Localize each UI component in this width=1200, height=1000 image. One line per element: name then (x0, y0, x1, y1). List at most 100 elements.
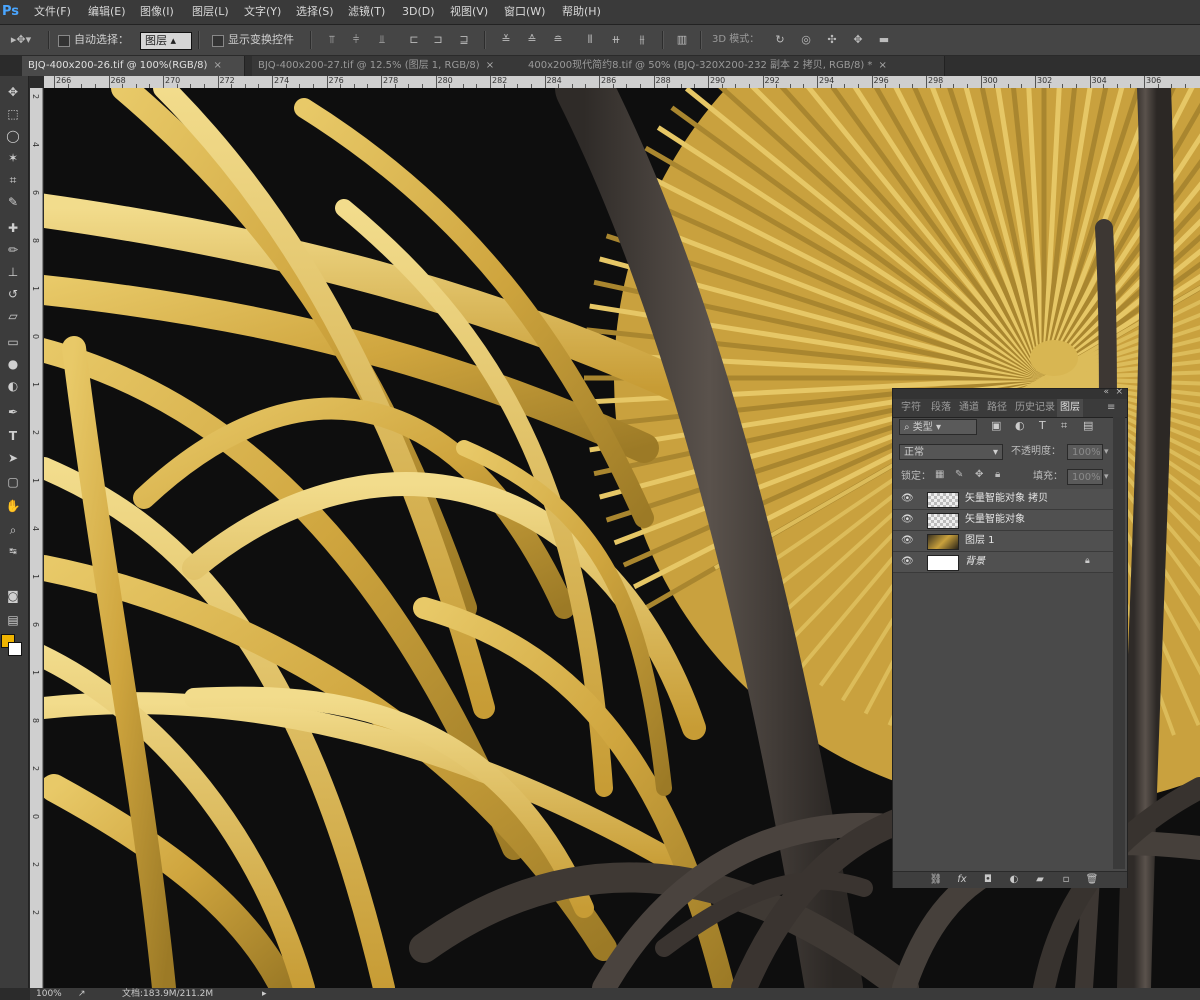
layer-row[interactable]: 👁︎ 矢量智能对象 拷贝 (893, 489, 1113, 510)
menu-layer[interactable]: 图层(L) (192, 0, 229, 24)
filter-smart-object-icon[interactable]: ▤ (1083, 419, 1093, 432)
type-tool-icon[interactable]: T (2, 426, 24, 446)
link-layers-icon[interactable]: ⛓ (929, 874, 943, 886)
layer-row[interactable]: 👁︎ 背景 🔒︎ (893, 552, 1113, 573)
align-bottom-icon[interactable]: ⫫ (376, 34, 388, 46)
fill-slider-icon[interactable]: ▾ (1104, 469, 1109, 485)
auto-select-checkbox[interactable] (58, 35, 70, 47)
tab-channels[interactable]: 通道 (959, 399, 979, 417)
menu-help[interactable]: 帮助(H) (562, 0, 601, 24)
close-icon[interactable]: × (486, 60, 494, 71)
move-tool-preset-icon[interactable]: ▸✥▾ (8, 34, 34, 46)
background-color-swatch[interactable] (8, 642, 22, 656)
align-vcenter-icon[interactable]: ⫩ (350, 34, 362, 46)
status-menu-icon[interactable]: ▸ (262, 988, 267, 1000)
stamp-tool-icon[interactable]: ⊥ (2, 262, 24, 282)
eyedropper-icon[interactable]: ✎ (2, 192, 24, 212)
filter-shape-icon[interactable]: ⌗ (1061, 419, 1067, 433)
lock-position-icon[interactable]: ✥ (975, 469, 983, 480)
filter-adjustment-icon[interactable]: ◐ (1015, 419, 1025, 432)
pen-tool-icon[interactable]: ✒ (2, 402, 24, 422)
screen-mode-icon[interactable]: ▤ (2, 610, 24, 630)
filter-kind-dropdown[interactable]: ⌕ 类型 ▾ (899, 419, 977, 435)
dodge-tool-icon[interactable]: ◐ (2, 376, 24, 396)
lasso-tool-icon[interactable]: ◯ (2, 126, 24, 146)
blur-tool-icon[interactable]: ● (2, 354, 24, 374)
visibility-eye-icon[interactable]: 👁︎ (901, 514, 915, 526)
lock-transparent-icon[interactable]: ▦ (935, 469, 944, 480)
distribute-vcenter-icon[interactable]: ≙ (526, 34, 538, 46)
zoom-level[interactable]: 100% (36, 988, 62, 1000)
menu-file[interactable]: 文件(F) (34, 0, 71, 24)
marquee-tool-icon[interactable]: ⬚ (2, 104, 24, 124)
panel-header[interactable]: « × (893, 387, 1127, 399)
3d-roll-icon[interactable]: ◎ (800, 34, 812, 46)
delete-layer-icon[interactable]: 🗑︎ (1085, 874, 1099, 886)
tab-paragraph[interactable]: 段落 (931, 399, 951, 417)
3d-slide-icon[interactable]: ✥ (852, 34, 864, 46)
menu-select[interactable]: 选择(S) (296, 0, 334, 24)
blend-mode-dropdown[interactable]: 正常 ▾ (899, 444, 1003, 460)
3d-rotate-icon[interactable]: ↻ (774, 34, 786, 46)
menu-image[interactable]: 图像(I) (140, 0, 174, 24)
tab-document-1[interactable]: BJQ-400x200-26.tif @ 100%(RGB/8) × (22, 56, 245, 76)
auto-select-dropdown[interactable]: 图层 ▴ (140, 32, 192, 50)
shape-tool-icon[interactable]: ▢ (2, 472, 24, 492)
layer-row[interactable]: 👁︎ 图层 1 (893, 531, 1113, 552)
filter-pixel-icon[interactable]: ▣ (991, 419, 1001, 432)
auto-align-icon[interactable]: ▥ (676, 34, 688, 46)
align-left-icon[interactable]: ⊏ (408, 34, 420, 46)
3d-drag-icon[interactable]: ✣ (826, 34, 838, 46)
layer-row[interactable]: 👁︎ 矢量智能对象 (893, 510, 1113, 531)
eraser-tool-icon[interactable]: ▱ (2, 306, 24, 326)
panel-menu-icon[interactable]: ≡ (1107, 399, 1115, 417)
new-layer-icon[interactable]: ▫ (1059, 874, 1073, 886)
align-right-icon[interactable]: ⊒ (458, 34, 470, 46)
align-hcenter-icon[interactable]: ⊐ (432, 34, 444, 46)
show-transform-checkbox[interactable] (212, 35, 224, 47)
gradient-tool-icon[interactable]: ▭ (2, 332, 24, 352)
share-icon[interactable]: ↗ (78, 988, 86, 1000)
crop-tool-icon[interactable]: ⌗ (2, 170, 24, 190)
menu-window[interactable]: 窗口(W) (504, 0, 545, 24)
distribute-right-icon[interactable]: ⫵ (636, 34, 648, 46)
tab-history[interactable]: 历史记录 (1015, 399, 1055, 417)
new-group-icon[interactable]: ▰ (1033, 874, 1047, 886)
distribute-hcenter-icon[interactable]: ⧺ (610, 34, 622, 46)
lock-pixels-icon[interactable]: ✎ (955, 469, 963, 480)
panel-scrollbar[interactable] (1113, 417, 1125, 869)
menu-3d[interactable]: 3D(D) (402, 0, 435, 24)
add-mask-icon[interactable]: ◘ (981, 874, 995, 886)
quick-mask-icon[interactable]: ◙ (2, 586, 24, 606)
distribute-bottom-icon[interactable]: ≘ (552, 34, 564, 46)
fx-icon[interactable]: fx (955, 874, 969, 886)
fill-field[interactable]: 100% (1067, 469, 1103, 485)
healing-brush-icon[interactable]: ✚ (2, 218, 24, 238)
3d-scale-icon[interactable]: ▬ (878, 34, 890, 46)
tab-paths[interactable]: 路径 (987, 399, 1007, 417)
tab-layers[interactable]: 图层 (1057, 399, 1083, 417)
menu-edit[interactable]: 编辑(E) (88, 0, 126, 24)
tab-document-2[interactable]: BJQ-400x200-27.tif @ 12.5% (图层 1, RGB/8)… (252, 56, 527, 76)
close-icon[interactable]: × (213, 60, 221, 71)
visibility-eye-icon[interactable]: 👁︎ (901, 493, 915, 505)
distribute-top-icon[interactable]: ≚ (500, 34, 512, 46)
tab-document-3[interactable]: 400x200现代简约8.tif @ 50% (BJQ-320X200-232 … (522, 56, 945, 76)
close-icon[interactable]: × (1115, 387, 1123, 397)
menu-filter[interactable]: 滤镜(T) (348, 0, 385, 24)
distribute-left-icon[interactable]: ⫴ (584, 34, 596, 46)
path-select-icon[interactable]: ➤ (2, 448, 24, 468)
opacity-slider-icon[interactable]: ▾ (1104, 444, 1109, 460)
history-brush-icon[interactable]: ↺ (2, 284, 24, 304)
visibility-eye-icon[interactable]: 👁︎ (901, 556, 915, 568)
opacity-field[interactable]: 100% (1067, 444, 1103, 460)
tab-character[interactable]: 字符 (901, 399, 921, 417)
swap-colors-icon[interactable]: ↹ (2, 542, 24, 562)
visibility-eye-icon[interactable]: 👁︎ (901, 535, 915, 547)
adjustment-layer-icon[interactable]: ◐ (1007, 874, 1021, 886)
magic-wand-icon[interactable]: ✶ (2, 148, 24, 168)
brush-tool-icon[interactable]: ✏ (2, 240, 24, 260)
move-tool-icon[interactable]: ✥ (2, 82, 24, 102)
zoom-tool-icon[interactable]: ⌕ (2, 520, 24, 540)
align-top-icon[interactable]: ⫪ (326, 34, 338, 46)
